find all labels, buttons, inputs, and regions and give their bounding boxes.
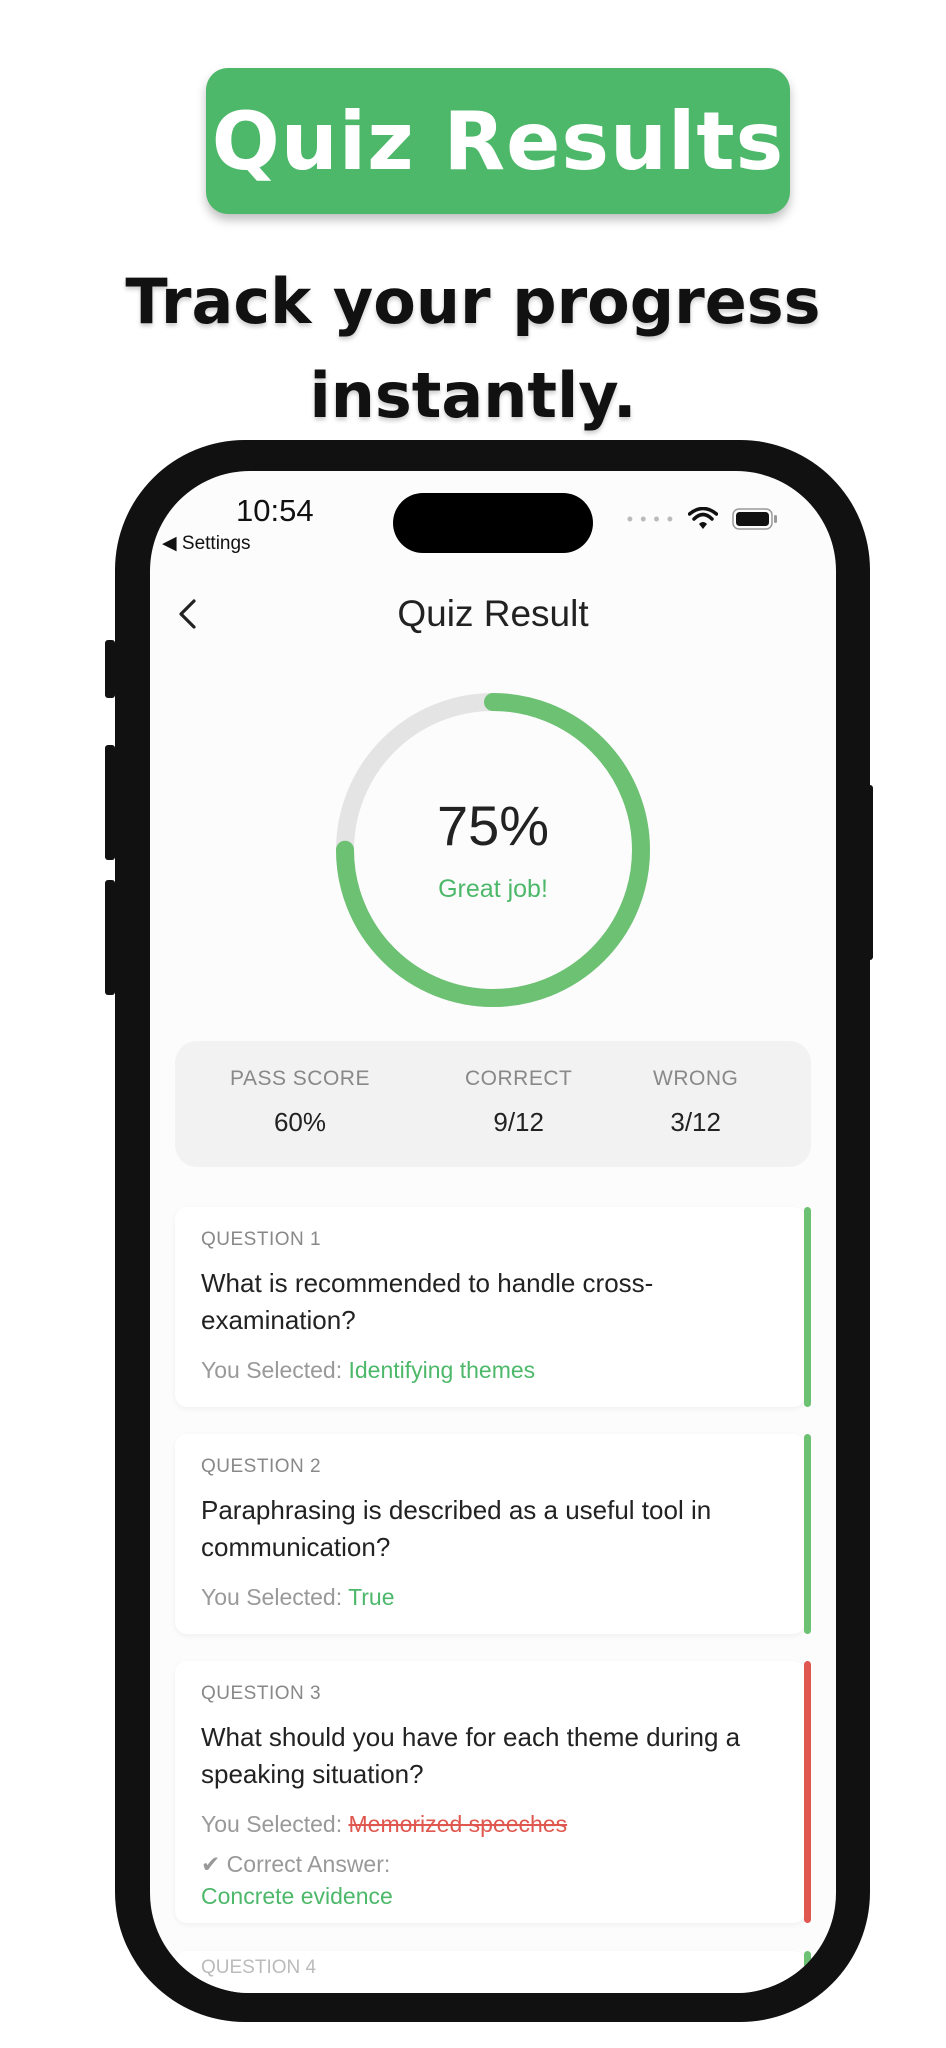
wifi-icon — [688, 507, 718, 529]
correct-indicator-bar — [804, 1207, 811, 1407]
correct-stat: CORRECT 9/12 — [465, 1067, 573, 1137]
signal-icon: • • • • — [626, 508, 674, 529]
selected-answer: You Selected: Identifying themes — [201, 1357, 536, 1383]
question-card-3[interactable]: QUESTION 3 What should you have for each… — [175, 1661, 811, 1923]
wrong-stat: WRONG 3/12 — [653, 1067, 739, 1137]
dynamic-island — [393, 493, 593, 553]
question-text: What is recommended to handle cross-exam… — [201, 1268, 654, 1335]
stats-panel: PASS SCORE 60% CORRECT 9/12 WRONG 3/12 — [175, 1041, 811, 1167]
correct-indicator-bar — [804, 1434, 811, 1634]
page-title: Quiz Result — [397, 593, 589, 634]
question-text: Paraphrasing is described as a useful to… — [201, 1495, 712, 1562]
pass-score-stat: PASS SCORE 60% — [230, 1067, 370, 1137]
status-icons: • • • • — [627, 507, 778, 531]
question-text: What should you have for each theme duri… — [201, 1722, 741, 1789]
volume-up-button — [105, 745, 115, 860]
battery-icon — [732, 508, 777, 530]
score-ring: 75% Great job! — [332, 689, 654, 1011]
status-time: 10:54 — [236, 493, 314, 528]
selected-answer: You Selected: Memorized speeches — [201, 1811, 568, 1837]
volume-down-button — [105, 880, 115, 995]
phone-screen: 10:54 ◀ Settings • • • • Quiz Result 75%… — [150, 471, 836, 1993]
correct-answer-label: ✔ Correct Answer: — [201, 1851, 391, 1877]
score-message: Great job! — [438, 875, 548, 903]
correct-indicator-bar — [804, 1951, 811, 1993]
power-button — [863, 785, 873, 960]
question-card-2[interactable]: QUESTION 2 Paraphrasing is described as … — [175, 1434, 811, 1634]
promo-banner: Quiz Results — [206, 68, 790, 214]
selected-answer: You Selected: True — [201, 1584, 395, 1610]
question-number: QUESTION 3 — [201, 1683, 322, 1704]
correct-answer-value: Concrete evidence — [201, 1883, 393, 1909]
question-number: QUESTION 2 — [201, 1456, 322, 1477]
silent-switch — [105, 640, 115, 698]
question-card-1[interactable]: QUESTION 1 What is recommended to handle… — [175, 1207, 811, 1407]
nav-bar: Quiz Result — [150, 581, 836, 651]
promo-tagline: Track your progress instantly. — [125, 265, 821, 432]
question-card-4[interactable]: QUESTION 4 — [175, 1951, 811, 1993]
question-number: QUESTION 4 — [201, 1957, 317, 1978]
score-percent: 75% — [436, 794, 550, 857]
back-to-settings-link[interactable]: ◀ Settings — [162, 532, 251, 555]
wrong-indicator-bar — [804, 1661, 811, 1923]
question-number: QUESTION 1 — [201, 1229, 322, 1250]
banner-title: Quiz Results — [211, 94, 785, 188]
